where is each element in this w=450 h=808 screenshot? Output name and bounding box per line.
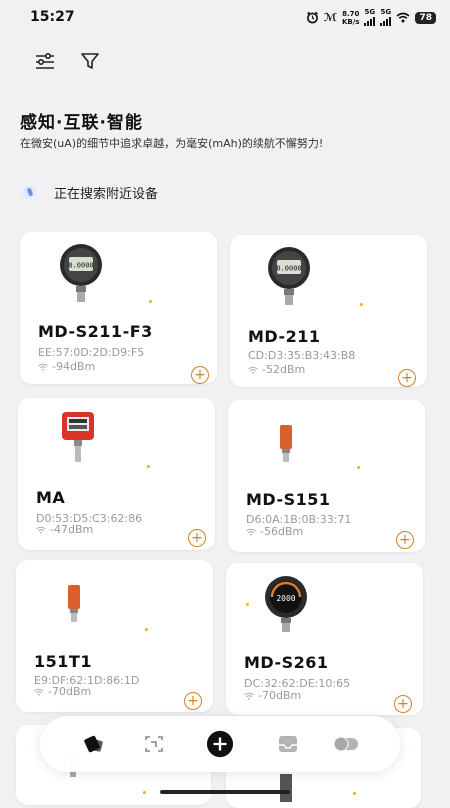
device-rssi: -52dBm — [248, 363, 305, 376]
status-dot — [246, 603, 249, 606]
page-subtitle: 在微安(uA)的细节中追求卓越，为毫安(mAh)的续航不懈努力! — [20, 137, 324, 150]
search-status-text: 正在搜索附近设备 — [54, 187, 159, 202]
home-indicator — [160, 790, 290, 794]
device-card[interactable]: 151T1 E9:DF:62:1D:86:1D -70dBm + — [16, 560, 213, 712]
status-dot — [143, 791, 146, 794]
status-bar: 15:27 ℳ 8.70 KB/s 5G 5G 78 — [0, 0, 450, 34]
red-transmitter-icon — [62, 412, 94, 462]
status-dot — [149, 300, 152, 303]
device-rssi: -70dBm — [34, 685, 91, 698]
settings-sliders-icon[interactable] — [32, 48, 58, 74]
device-card[interactable]: 2000 MD-S261 DC:32:62:DE:10:65 -70dBm + — [226, 563, 423, 715]
alarm-icon — [306, 11, 318, 24]
device-rssi: -47dBm — [36, 523, 93, 536]
add-device-button[interactable]: + — [184, 692, 202, 710]
rssi-value: -70dBm — [258, 689, 302, 702]
status-dot — [353, 792, 356, 795]
orange-sensor-icon — [280, 425, 292, 462]
add-device-button[interactable]: + — [188, 529, 206, 547]
gauge-readout: 2000 — [276, 594, 295, 603]
digital-gauge-icon: 0.0000 — [268, 247, 310, 305]
sim2-signal: 5G — [380, 8, 392, 26]
status-time: 15:27 — [30, 9, 75, 25]
wifi-signal-icon — [34, 688, 44, 696]
device-rssi: -70dBm — [244, 689, 301, 702]
device-name: MA — [36, 488, 66, 507]
sim1-label: 5G — [364, 8, 376, 16]
device-card[interactable]: MA D0:53:D5:C3:62:86 -47dBm + — [18, 398, 215, 550]
page-title: 感知·互联·智能 — [20, 113, 143, 133]
digital-gauge-icon: 0.0000 — [60, 244, 102, 302]
wifi-signal-icon — [248, 366, 258, 374]
device-card[interactable]: 0.0000 MD-211 CD:D3:35:B3:43:B8 -52dBm + — [230, 235, 427, 387]
sim2-label: 5G — [380, 8, 392, 16]
wifi-signal-icon — [36, 526, 46, 534]
wifi-icon — [396, 12, 410, 23]
status-dot — [357, 466, 360, 469]
add-device-button[interactable]: + — [396, 531, 414, 549]
device-mac: CD:D3:35:B3:43:B8 — [248, 349, 356, 362]
scan-icon[interactable] — [140, 730, 168, 758]
sim1-signal: 5G — [364, 8, 376, 26]
round-display-gauge-icon: 2000 — [265, 576, 307, 632]
device-name: MD-211 — [248, 327, 321, 346]
device-name: MD-S211-F3 — [38, 322, 153, 341]
add-device-button[interactable]: + — [398, 369, 416, 387]
status-dot — [360, 303, 363, 306]
wifi-signal-icon — [38, 363, 48, 371]
device-rssi: -56dBm — [246, 525, 303, 538]
rssi-value: -52dBm — [262, 363, 306, 376]
device-mac: EE:57:0D:2D:D9:F5 — [38, 346, 145, 359]
device-name: MD-S261 — [244, 653, 329, 672]
device-name: MD-S151 — [246, 490, 331, 509]
rssi-value: -56dBm — [260, 525, 304, 538]
orange-sensor-icon — [68, 585, 80, 622]
signal-bars-icon — [380, 16, 392, 26]
device-name: 151T1 — [34, 652, 92, 671]
wifi-signal-icon — [244, 692, 254, 700]
status-dot — [145, 628, 148, 631]
net-speed-value: 8.70 — [342, 9, 360, 18]
devices-icon[interactable] — [80, 730, 108, 758]
rssi-value: -94dBm — [52, 360, 96, 373]
toggle-icon[interactable] — [332, 730, 360, 758]
rssi-value: -70dBm — [48, 685, 92, 698]
add-icon[interactable] — [206, 730, 234, 758]
loading-spinner-icon — [22, 184, 38, 201]
signal-bars-icon — [364, 16, 376, 26]
status-icons: ℳ 8.70 KB/s 5G 5G 78 — [306, 9, 436, 26]
status-dot — [147, 465, 150, 468]
device-card[interactable]: MD-S151 D6:0A:1B:0B:33:71 -56dBm + — [228, 400, 425, 552]
rssi-value: -47dBm — [50, 523, 94, 536]
net-speed: 8.70 KB/s — [342, 10, 359, 26]
gauge-readout: 0.0000 — [68, 262, 93, 270]
gauge-readout: 0.0000 — [276, 265, 301, 273]
device-card[interactable]: 0.0000 MD-S211-F3 EE:57:0D:2D:D9:F5 -94d… — [20, 232, 217, 384]
filter-icon[interactable] — [77, 48, 103, 74]
add-device-button[interactable]: + — [394, 695, 412, 713]
device-rssi: -94dBm — [38, 360, 95, 373]
inbox-icon[interactable] — [274, 730, 302, 758]
search-status: 正在搜索附近设备 — [22, 183, 158, 202]
bottom-nav — [40, 716, 400, 772]
add-device-button[interactable]: + — [191, 366, 209, 384]
app-notification-icon: ℳ — [323, 11, 337, 24]
wifi-signal-icon — [246, 528, 256, 536]
battery-indicator: 78 — [415, 11, 436, 24]
net-speed-unit: KB/s — [341, 17, 360, 26]
